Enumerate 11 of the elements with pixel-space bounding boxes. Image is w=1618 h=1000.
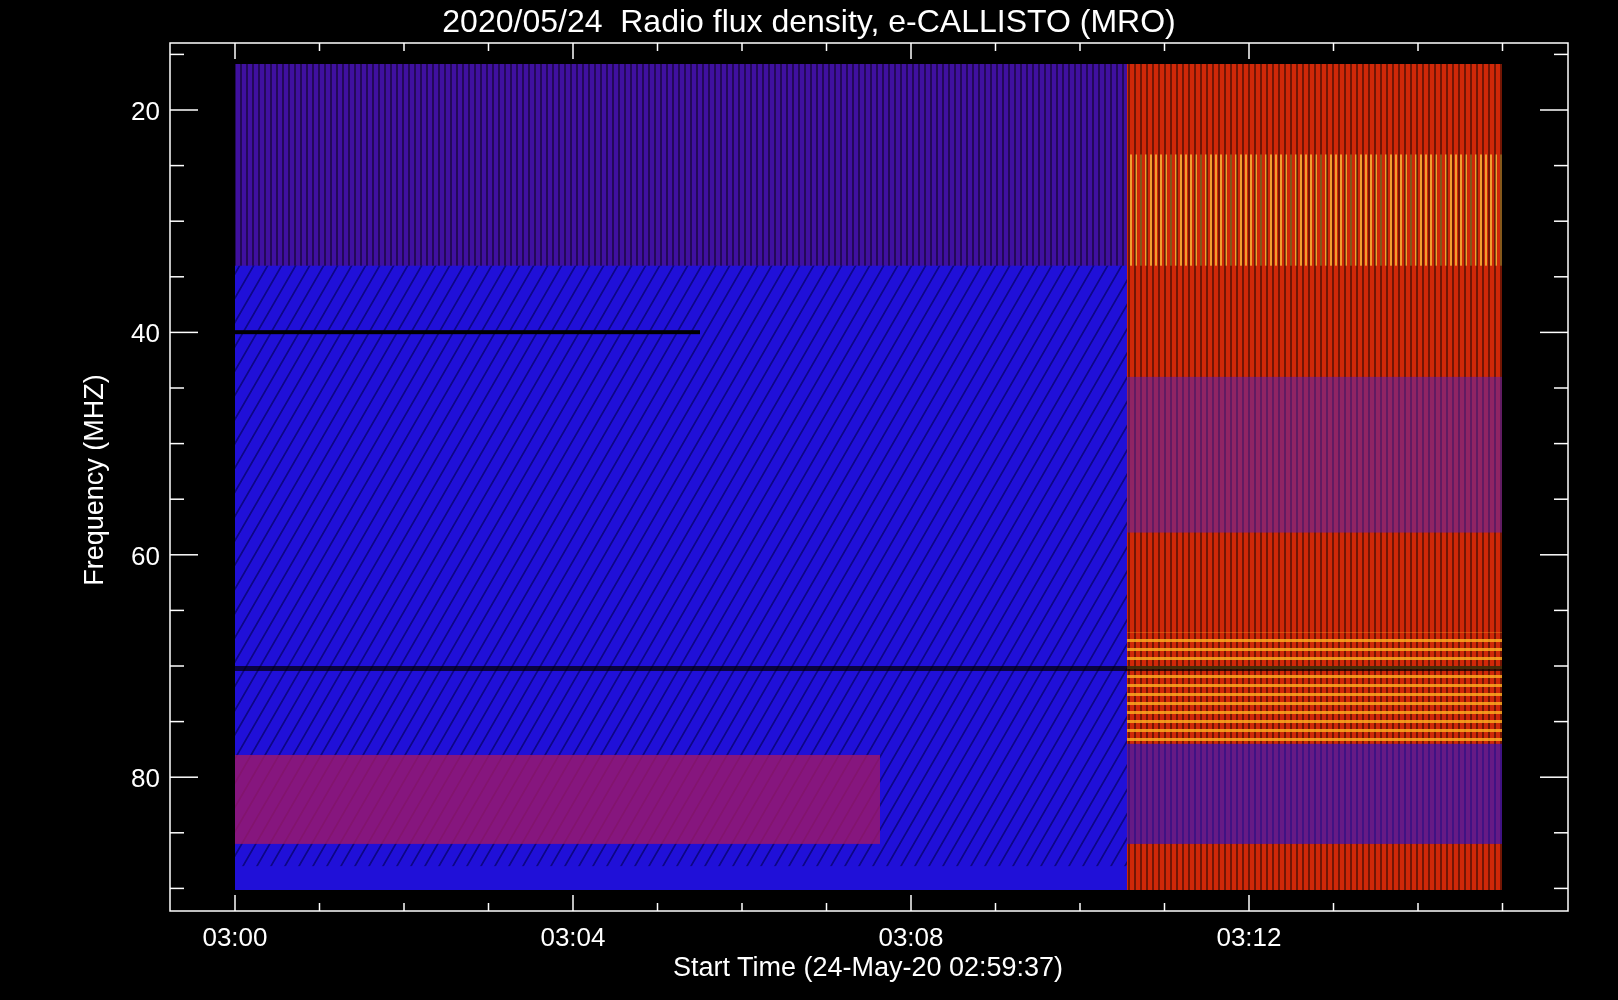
chart-title: 2020/05/24 Radio flux density, e-CALLISTO (MRO) [442,3,1176,39]
x-tick-label: 03:08 [878,922,944,952]
y-tick-label: 20 [131,96,160,126]
x-axis-label: Start Time (24-May-20 02:59:37) [672,952,1064,982]
y-tick-label: 60 [131,540,160,571]
y-axis-label: Frequency (MHZ) [79,374,109,586]
y-tick-label: 40 [131,318,160,349]
x-tick-label: 03:04 [540,922,606,952]
y-tick-label: 80 [131,763,160,794]
x-tick-label: 03:00 [202,922,268,952]
x-tick-label: 03:12 [1216,922,1282,952]
